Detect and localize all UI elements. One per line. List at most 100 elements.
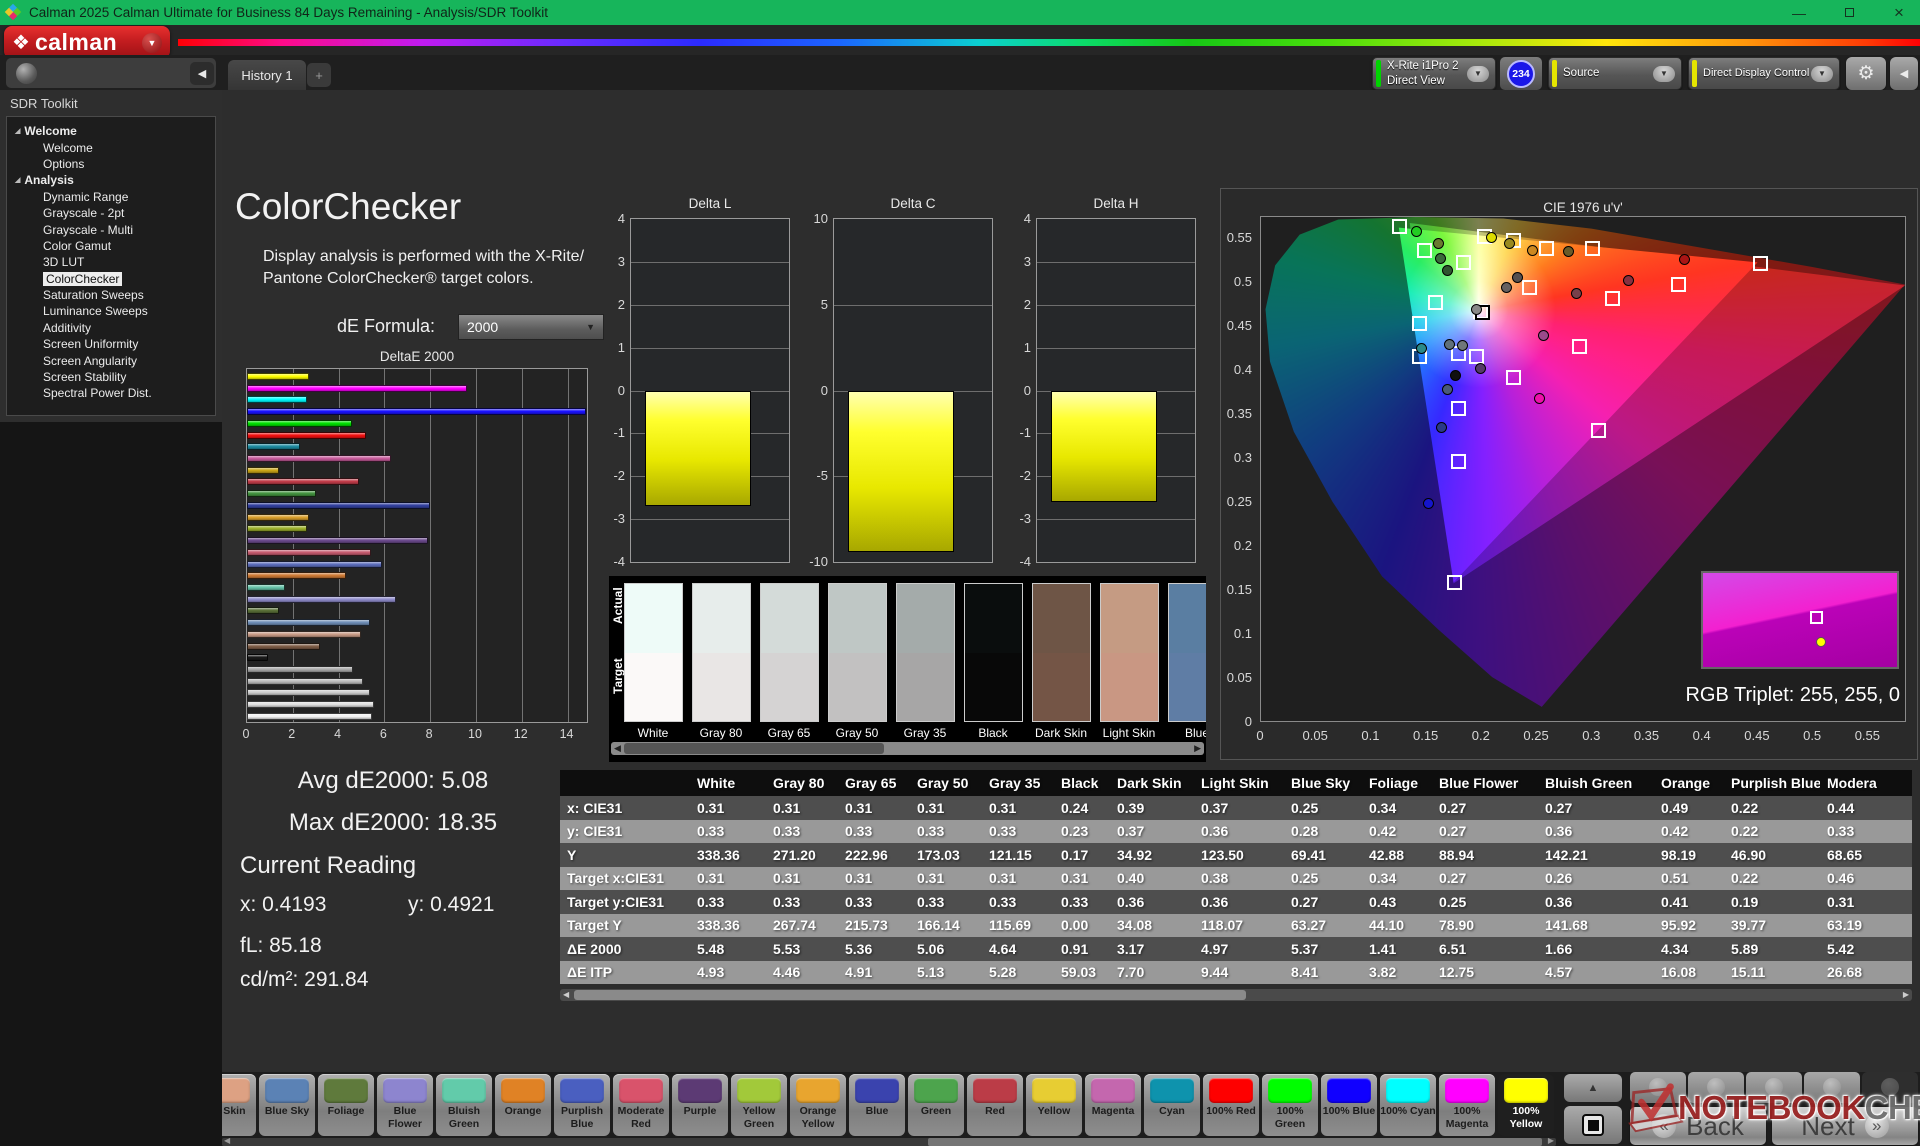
swatch-scroll-thumb[interactable] (624, 743, 884, 754)
patch-scroll-thumb[interactable] (928, 1138, 1542, 1146)
inset-target-square (1810, 611, 1823, 624)
sidebar-item-screen-angularity[interactable]: Screen Angularity (7, 352, 215, 368)
patch-button-foliage[interactable]: Foliage (318, 1074, 374, 1136)
cie-x-tick: 0.55 (1855, 728, 1880, 743)
patch-button-red[interactable]: Red (967, 1074, 1023, 1136)
calman-menu-chevron-icon[interactable]: ▼ (142, 33, 162, 53)
patch-button-moderate-red[interactable]: Moderate Red (613, 1074, 669, 1136)
sidebar-item-screen-stability[interactable]: Screen Stability (7, 369, 215, 385)
stop-measure-button[interactable] (1564, 1106, 1622, 1144)
meter-toolbar-button-4[interactable] (1804, 1072, 1860, 1103)
sidebar-item-analysis[interactable]: ◢Analysis (7, 172, 215, 188)
patch-button-blue-flower[interactable]: Blue Flower (377, 1074, 433, 1136)
sidebar-item-options[interactable]: Options (7, 156, 215, 172)
patch-scroll-right-icon[interactable]: ▶ (1548, 1136, 1554, 1145)
next-button[interactable]: Next » (1772, 1107, 1918, 1145)
patch-button-purple[interactable]: Purple (672, 1074, 728, 1136)
patch-button-bluish-green[interactable]: Bluish Green (436, 1074, 492, 1136)
sidebar-item-screen-uniformity[interactable]: Screen Uniformity (7, 336, 215, 352)
close-button[interactable]: × (1892, 6, 1906, 20)
table-scroll-left-icon[interactable]: ◀ (563, 989, 569, 1001)
delta-y-tick: 0 (798, 383, 828, 398)
de-formula-dropdown[interactable]: 2000 ▼ (458, 314, 604, 340)
cie-x-tick: 0.4 (1693, 728, 1711, 743)
sidebar-item-spectral-power-dist[interactable]: Spectral Power Dist. (7, 385, 215, 401)
source-chevron-icon[interactable]: ▼ (1653, 66, 1675, 82)
patch-button-blue[interactable]: Blue (849, 1074, 905, 1136)
patch-button-100-yellow[interactable]: 100% Yellow (1498, 1074, 1554, 1136)
patch-scrollbar[interactable]: ◀ ▶ (222, 1138, 1556, 1146)
meter-toolbar-button-3[interactable] (1746, 1072, 1802, 1103)
swatch-label: Light Skin (1094, 726, 1164, 740)
sidebar-item-grayscale-multi[interactable]: Grayscale - Multi (7, 221, 215, 237)
source-status-bar (1552, 60, 1557, 87)
sidebar-item-3d-lut[interactable]: 3D LUT (7, 254, 215, 270)
add-tab-button[interactable]: + (307, 63, 331, 87)
patch-scroll-left-icon[interactable]: ◀ (224, 1136, 230, 1145)
delta-value-bar (1051, 391, 1157, 502)
sidebar-item-grayscale-2pt[interactable]: Grayscale - 2pt (7, 205, 215, 221)
patch-button-100-blue[interactable]: 100% Blue (1321, 1074, 1377, 1136)
table-cell: 4.91 (838, 964, 910, 980)
patch-button-100-red[interactable]: 100% Red (1203, 1074, 1259, 1136)
cie-x-tick: 0.1 (1361, 728, 1379, 743)
patch-button-yellow-green[interactable]: Yellow Green (731, 1074, 787, 1136)
sidebar-item-colorchecker[interactable]: ColorChecker (7, 271, 215, 287)
scroll-right-icon[interactable]: ▶ (1194, 742, 1201, 755)
patch-button-100-magenta[interactable]: 100% Magenta (1439, 1074, 1495, 1136)
strip-expand-button[interactable]: ▲ (1564, 1074, 1622, 1102)
settings-button[interactable]: ⚙ (1846, 57, 1886, 90)
delta-l-title: Delta L (630, 196, 790, 211)
sidebar-item-luminance-sweeps[interactable]: Luminance Sweeps (7, 303, 215, 319)
sidebar-collapse-button[interactable]: ◀ (190, 62, 214, 85)
sidebar-item-saturation-sweeps[interactable]: Saturation Sweeps (7, 287, 215, 303)
deltae-bar-cyan (247, 443, 300, 450)
window-title: Calman 2025 Calman Ultimate for Business… (29, 5, 548, 20)
table-cell: 0.42 (1362, 823, 1432, 839)
panel-collapse-button[interactable]: ◀ (1890, 57, 1918, 90)
restore-button[interactable] (1842, 6, 1856, 20)
patch-button-cyan[interactable]: Cyan (1144, 1074, 1200, 1136)
meter-dropdown[interactable]: X-Rite i1Pro 2 Direct View ▼ (1372, 57, 1496, 90)
patch-button-purplish-blue[interactable]: Purplish Blue (554, 1074, 610, 1136)
patch-button-green[interactable]: Green (908, 1074, 964, 1136)
sidebar-item-color-gamut[interactable]: Color Gamut (7, 238, 215, 254)
table-scrollbar[interactable]: ◀ ▶ (560, 989, 1912, 1001)
meter-toolbar-button-2[interactable] (1688, 1072, 1744, 1103)
sidebar-item-welcome[interactable]: ◢Welcome (7, 123, 215, 139)
display-control-dropdown[interactable]: Direct Display Control ▼ (1688, 57, 1840, 90)
patch-button-orange-yellow[interactable]: Orange Yellow (790, 1074, 846, 1136)
patch-button-magenta[interactable]: Magenta (1085, 1074, 1141, 1136)
workflow-orb-button[interactable] (16, 63, 37, 84)
meter-toolbar-button-1[interactable] (1630, 1072, 1686, 1103)
sidebar-item-dynamic-range[interactable]: Dynamic Range (7, 189, 215, 205)
patch-button-yellow[interactable]: Yellow (1026, 1074, 1082, 1136)
meter-toolbar-button-5[interactable] (1862, 1072, 1918, 1103)
sidebar-item-label: Spectral Power Dist. (43, 386, 152, 400)
back-button[interactable]: « Back (1630, 1107, 1766, 1145)
actual-swatch (1101, 584, 1158, 653)
table-cell: 34.92 (1110, 847, 1194, 863)
table-column-header-gray-80: Gray 80 (766, 775, 838, 791)
swatch-strip-scrollbar[interactable]: ◀ ▶ (611, 742, 1204, 755)
table-scroll-thumb[interactable] (574, 990, 1246, 1000)
table-cell: 0.42 (1654, 823, 1724, 839)
meter-chevron-icon[interactable]: ▼ (1467, 66, 1489, 82)
display-control-chevron-icon[interactable]: ▼ (1811, 66, 1833, 82)
meter-count-button[interactable]: 234 (1500, 57, 1542, 90)
deltae-bar-foliage (247, 607, 279, 614)
patch-button-ht-skin[interactable]: ht Skin (222, 1074, 256, 1136)
scroll-left-icon[interactable]: ◀ (614, 742, 621, 755)
patch-button-100-cyan[interactable]: 100% Cyan (1380, 1074, 1436, 1136)
source-dropdown[interactable]: Source ▼ (1548, 57, 1682, 90)
table-cell: 0.26 (1538, 870, 1654, 886)
sidebar-item-additivity[interactable]: Additivity (7, 320, 215, 336)
patch-button-100-green[interactable]: 100% Green (1262, 1074, 1318, 1136)
minimize-button[interactable]: — (1792, 6, 1806, 20)
sidebar-item-welcome[interactable]: Welcome (7, 139, 215, 155)
tab-history-1[interactable]: History 1 (228, 60, 306, 90)
patch-button-blue-sky[interactable]: Blue Sky (259, 1074, 315, 1136)
patch-button-orange[interactable]: Orange (495, 1074, 551, 1136)
table-scroll-right-icon[interactable]: ▶ (1903, 989, 1909, 1001)
patch-swatch (1327, 1078, 1371, 1103)
